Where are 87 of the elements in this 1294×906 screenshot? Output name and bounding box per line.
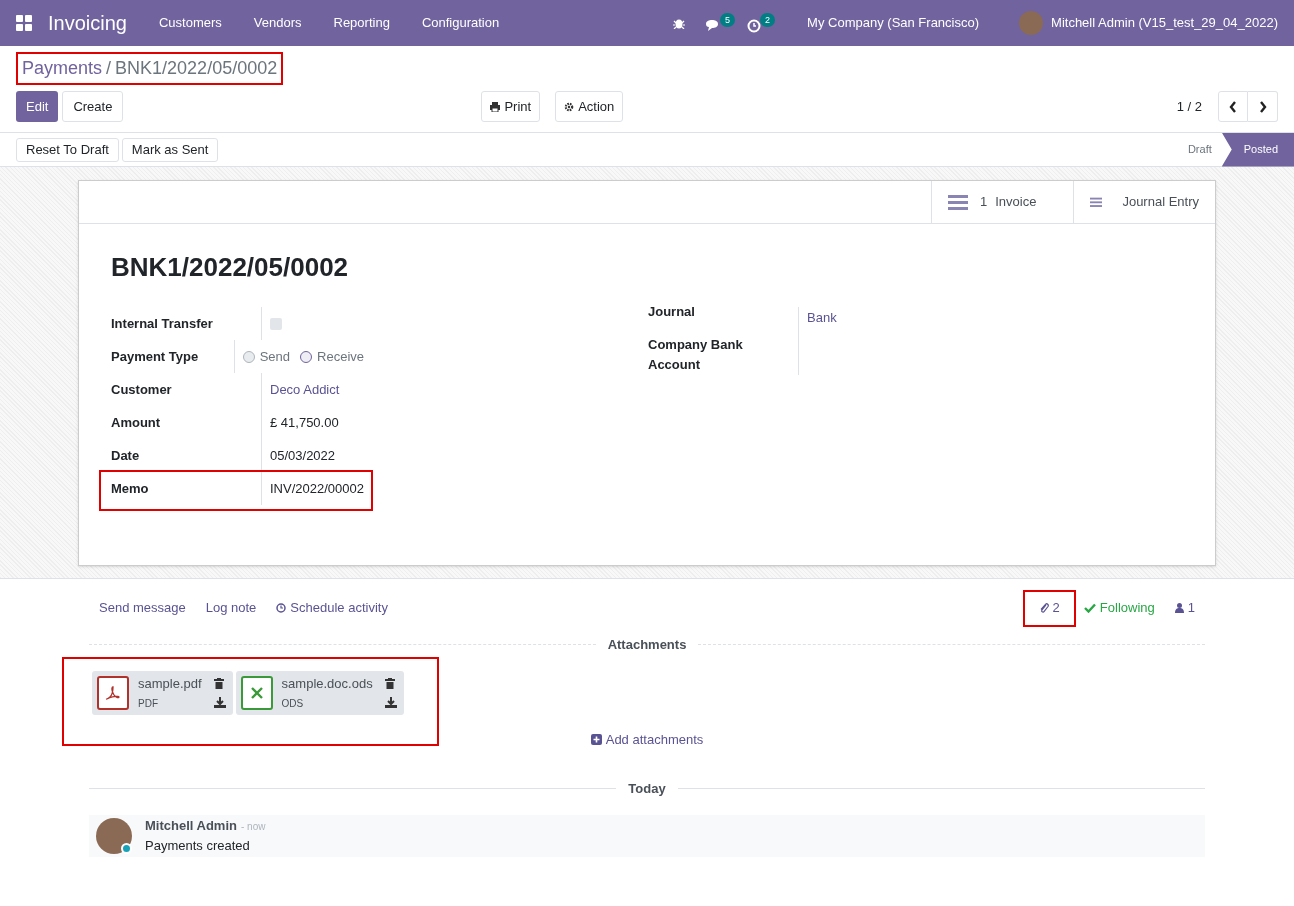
paperclip-icon xyxy=(1038,602,1049,614)
trash-icon xyxy=(384,677,395,689)
field-label: Memo xyxy=(111,479,150,498)
field-label: Date xyxy=(111,446,141,465)
checkbox[interactable] xyxy=(270,317,282,330)
message-body: Payments created xyxy=(145,836,251,855)
field-label: Customer xyxy=(111,380,173,399)
status-stage[interactable]: Posted xyxy=(1221,132,1294,167)
count-badge: 5 xyxy=(720,13,736,27)
check-icon xyxy=(1083,603,1096,613)
count-badge: 2 xyxy=(760,13,776,27)
menu-item[interactable]: Customers xyxy=(158,13,222,33)
field-label: Company Bank Account xyxy=(648,336,744,374)
pdf-file-icon xyxy=(105,684,121,701)
message-author[interactable]: Mitchell Admin xyxy=(145,816,237,836)
next-button[interactable] xyxy=(1248,91,1278,122)
smart-button-count: 1 xyxy=(980,193,988,212)
smart-button-label: Journal Entry xyxy=(1122,193,1199,212)
followers-button[interactable]: 1 xyxy=(1174,598,1195,618)
action-button[interactable]: Action xyxy=(555,91,624,122)
field-value: £ 41,750.00 xyxy=(270,413,339,432)
create-button[interactable]: Create xyxy=(62,91,124,122)
field-link[interactable]: Bank xyxy=(807,307,837,328)
plus-square-icon xyxy=(590,733,602,745)
attachment-card[interactable]: sample.doc.ods ODS xyxy=(235,670,404,715)
printer-icon xyxy=(490,101,501,112)
status-stage[interactable]: Draft xyxy=(1177,132,1222,167)
field-value: 05/03/2022 xyxy=(270,446,336,465)
menu-item[interactable]: Configuration xyxy=(421,13,500,33)
record-title: BNK1/2022/05/0002 xyxy=(111,251,350,284)
field-link[interactable]: Deco Addict xyxy=(270,379,340,400)
smart-button-label: Invoice xyxy=(995,193,1037,212)
chevron-left-icon xyxy=(1229,100,1237,113)
breadcrumb-link[interactable]: Payments xyxy=(22,55,103,82)
user-menu[interactable]: Mitchell Admin (V15_test_29_04_2022) xyxy=(1051,13,1278,33)
activities-button[interactable]: 2 xyxy=(747,13,776,33)
log-note-link[interactable]: Log note xyxy=(205,598,257,618)
field-label: Payment Type xyxy=(111,347,200,366)
download-icon xyxy=(384,696,397,708)
field-value: INV/2022/00002 xyxy=(270,479,364,498)
header-button[interactable]: Mark as Sent xyxy=(121,137,219,162)
edit-button[interactable]: Edit xyxy=(16,91,59,122)
attachment-card[interactable]: sample.pdf PDF xyxy=(92,670,233,715)
breadcrumb-separator: / xyxy=(106,57,112,80)
field-label: Journal xyxy=(648,303,696,321)
download-icon xyxy=(213,696,226,708)
smart-button[interactable]: 1 Invoice xyxy=(931,181,1073,223)
message-time: - now xyxy=(240,820,266,834)
trash-icon xyxy=(213,677,224,689)
menu-item[interactable]: Reporting xyxy=(333,13,390,33)
attachments-heading: Attachments xyxy=(607,636,687,654)
list-icon xyxy=(948,194,968,210)
print-button[interactable]: Print xyxy=(481,91,541,122)
chevron-right-icon xyxy=(1258,100,1267,113)
attachment-type: ODS xyxy=(281,697,305,712)
clock-icon xyxy=(276,603,287,613)
gear-icon xyxy=(564,101,575,112)
field-label: Amount xyxy=(111,413,162,432)
attachment-type: PDF xyxy=(138,697,159,712)
radio-button[interactable] xyxy=(300,350,313,363)
bug-icon xyxy=(673,17,686,29)
spreadsheet-file-icon xyxy=(249,685,264,700)
avatar xyxy=(96,817,132,854)
pager-value: 1 / 2 xyxy=(1176,97,1202,116)
messages-button[interactable]: 5 xyxy=(705,13,736,33)
schedule-activity-link[interactable]: Schedule activity xyxy=(276,598,388,618)
menu-item[interactable]: Vendors xyxy=(253,13,302,33)
send-message-link[interactable]: Send message xyxy=(99,598,186,618)
person-icon xyxy=(1174,603,1184,613)
radio-button[interactable] xyxy=(242,350,255,363)
app-name[interactable]: Invoicing xyxy=(48,8,127,38)
avatar xyxy=(1019,11,1044,35)
date-separator: Today xyxy=(628,780,666,798)
breadcrumb-current: BNK1/2022/05/0002 xyxy=(115,57,278,80)
smart-button[interactable]: Journal Entry xyxy=(1073,181,1215,223)
previous-button[interactable] xyxy=(1218,91,1248,122)
company-switcher[interactable]: My Company (San Francisco) xyxy=(807,13,980,33)
add-attachments-link[interactable]: Add attachments xyxy=(590,729,704,749)
attachment-name: sample.doc.ods xyxy=(281,674,373,693)
field-label: Internal Transfer xyxy=(111,314,214,333)
clock-icon xyxy=(747,19,762,33)
radio-label: Receive xyxy=(317,347,364,366)
attachments-button[interactable]: 2 xyxy=(1022,589,1076,627)
apps-menu-icon xyxy=(16,15,32,31)
radio-label: Send xyxy=(259,347,291,366)
header-button[interactable]: Reset To Draft xyxy=(16,137,119,162)
attachment-name: sample.pdf xyxy=(138,674,202,693)
